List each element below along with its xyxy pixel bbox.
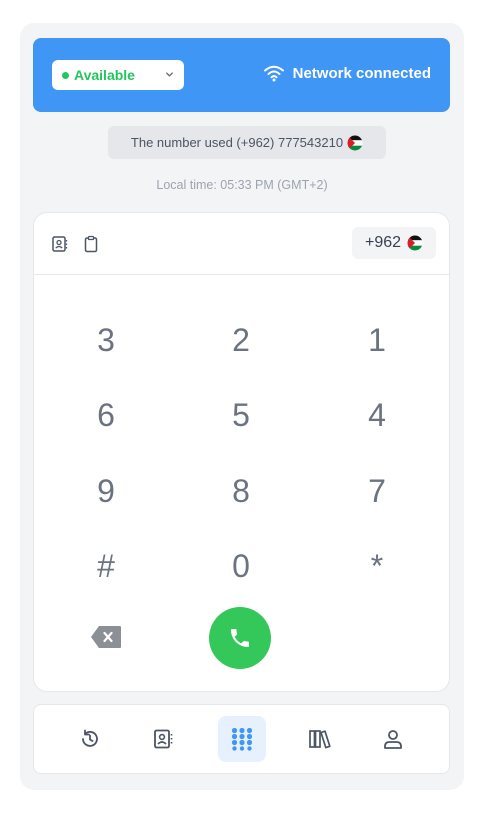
phone-panel: Available Network connected The number u…: [20, 23, 464, 790]
key-2[interactable]: 2: [201, 310, 281, 370]
key-0[interactable]: 0: [201, 536, 281, 596]
key-7[interactable]: 7: [337, 461, 417, 521]
backspace-icon[interactable]: [90, 625, 122, 649]
call-button[interactable]: [209, 607, 271, 669]
library-icon: [309, 730, 331, 749]
keypad-icon: [231, 727, 253, 751]
contacts-icon: [154, 729, 173, 749]
clipboard-icon[interactable]: [82, 235, 100, 253]
nav-keypad[interactable]: [218, 716, 266, 762]
country-code-label: +962: [364, 234, 402, 251]
contact-book-icon[interactable]: [51, 235, 69, 253]
nav-profile[interactable]: [369, 716, 417, 762]
number-used-text: The number used (+962) 777543210: [130, 135, 344, 150]
status-dropdown[interactable]: Available: [52, 60, 184, 90]
dial-input-row: +962: [34, 213, 449, 275]
dialer-card: +962 3 2 1 6 5 4 9 8 7 # 0 *: [33, 212, 450, 692]
status-label: Available: [74, 67, 135, 83]
key-star[interactable]: *: [337, 536, 417, 596]
key-9[interactable]: 9: [66, 461, 146, 521]
status-dot: [62, 71, 69, 79]
nav-library[interactable]: [296, 716, 344, 762]
network-status: Network connected: [263, 64, 431, 82]
key-6[interactable]: 6: [66, 385, 146, 445]
jordan-flag-icon: [347, 135, 363, 150]
chevron-down-icon: [166, 72, 173, 77]
key-8[interactable]: 8: [201, 461, 281, 521]
number-used-badge: The number used (+962) 777543210: [108, 126, 386, 159]
key-1[interactable]: 1: [337, 310, 417, 370]
key-3[interactable]: 3: [66, 310, 146, 370]
nav-history[interactable]: [66, 716, 114, 762]
key-5[interactable]: 5: [201, 385, 281, 445]
nav-contacts[interactable]: [139, 716, 187, 762]
key-4[interactable]: 4: [337, 385, 417, 445]
country-code-selector[interactable]: +962: [352, 227, 436, 259]
profile-icon: [384, 730, 402, 749]
network-label: Network connected: [292, 64, 431, 82]
bottom-nav: [33, 704, 450, 774]
key-hash[interactable]: #: [66, 536, 146, 596]
top-bar: Available Network connected: [33, 38, 450, 112]
jordan-flag-icon: [407, 235, 423, 251]
local-time: Local time: 05:33 PM (GMT+2): [156, 178, 328, 192]
phone-icon: [231, 629, 249, 647]
history-icon: [82, 729, 98, 747]
wifi-icon: [263, 65, 284, 82]
